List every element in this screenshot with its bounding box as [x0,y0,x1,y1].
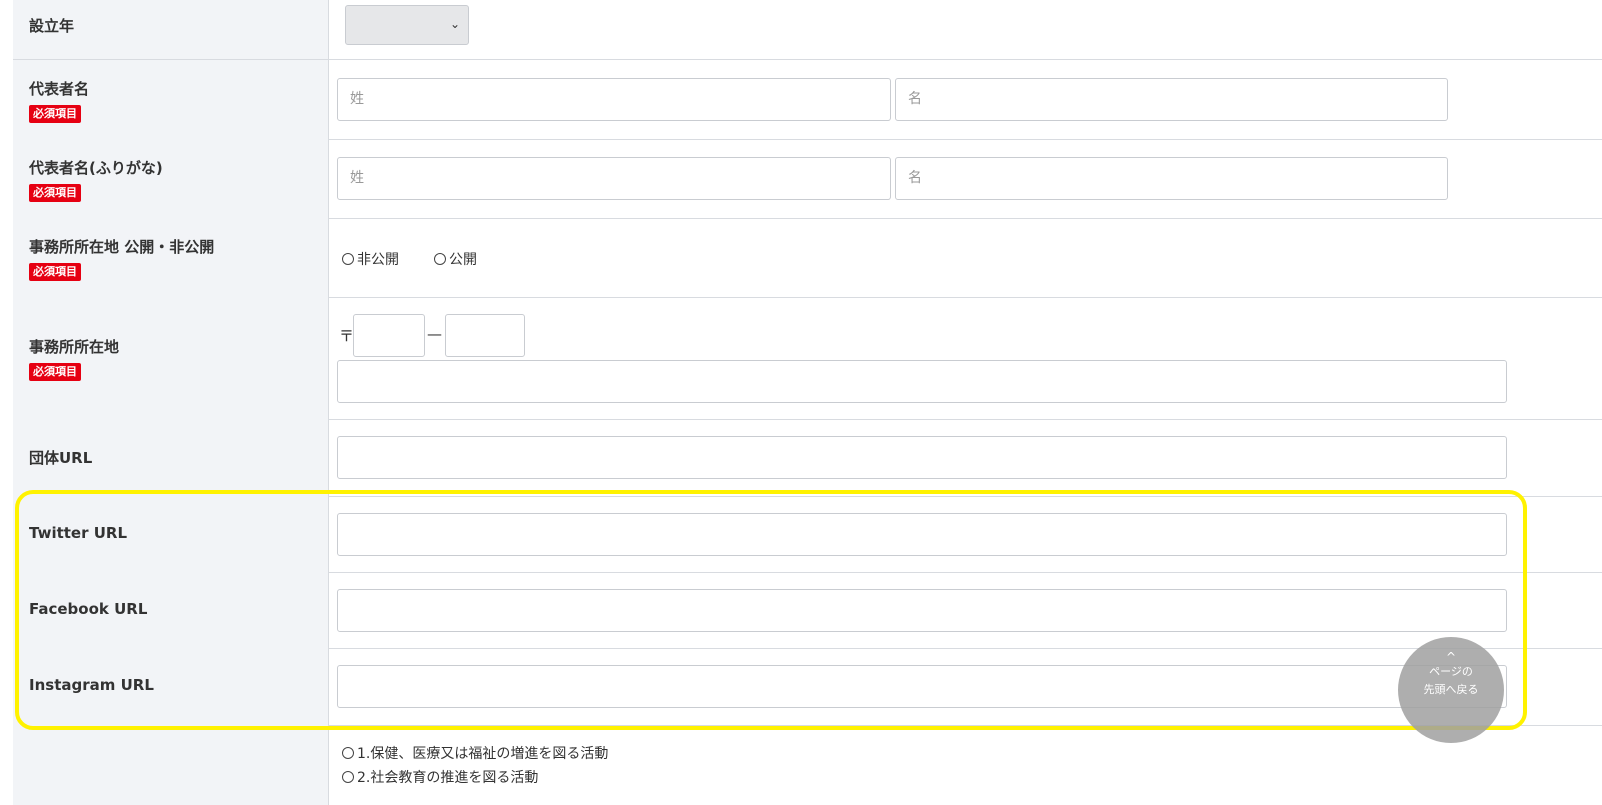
facebook-url-label: Facebook URL [29,600,148,618]
row-office-visibility: 事務所所在地 公開・非公開 必須項目 非公開 公開 [13,218,1602,298]
radio-circle-icon [342,771,354,783]
org-url-label: 団体URL [29,449,93,467]
instagram-url-label: Instagram URL [29,676,154,694]
rep-name-label: 代表者名 [29,80,90,98]
row-office-address: 事務所所在地 必須項目 〒 — [13,297,1602,420]
radio-private[interactable]: 非公開 [342,249,399,269]
row-rep-kana: 代表者名(ふりがな) 必須項目 姓 名 [13,139,1602,219]
org-url-input[interactable] [337,436,1507,479]
radio-circle-icon [342,253,354,265]
radio-circle-icon [342,747,354,759]
postal-dash: — [427,325,442,343]
rep-last-name-input[interactable]: 姓 [337,78,891,121]
postal-mark: 〒 [339,327,355,345]
activity-option[interactable]: 1.保健、医療又は福祉の増進を図る活動 [342,743,608,763]
activity-option-label: 2.社会教育の推進を図る活動 [357,770,539,786]
chevron-up-icon: ^ [1445,650,1457,664]
office-visibility-label: 事務所所在地 公開・非公開 [29,238,215,256]
radio-private-label: 非公開 [357,252,399,268]
row-established-year: 設立年 ⌄ [13,0,1602,60]
established-year-select[interactable]: ⌄ [345,5,469,45]
row-instagram-url: Instagram URL [13,648,1602,726]
back-to-top-button[interactable]: ^ ページの 先頭へ戻る [1398,637,1504,743]
address-input[interactable] [337,360,1507,403]
twitter-url-label: Twitter URL [29,524,128,542]
rep-first-name-input[interactable]: 名 [895,78,1448,121]
activity-option[interactable]: 2.社会教育の推進を図る活動 [342,767,538,787]
required-badge: 必須項目 [29,105,81,123]
instagram-url-input[interactable] [337,665,1507,708]
back-to-top-line1: ページの [1429,665,1473,678]
postal-code-first-input[interactable] [353,314,425,357]
required-badge: 必須項目 [29,263,81,281]
rep-last-kana-input[interactable]: 姓 [337,157,891,200]
office-address-label: 事務所所在地 [29,338,120,356]
radio-public-label: 公開 [449,252,477,268]
rep-first-kana-input[interactable]: 名 [895,157,1448,200]
row-activities: 1.保健、医療又は福祉の増進を図る活動 2.社会教育の推進を図る活動 [13,725,1602,805]
row-facebook-url: Facebook URL [13,572,1602,649]
row-rep-name: 代表者名 必須項目 姓 名 [13,60,1602,140]
postal-code-second-input[interactable] [445,314,525,357]
radio-circle-icon [434,253,446,265]
label-cell: 設立年 [13,0,329,59]
activity-option-label: 1.保健、医療又は福祉の増進を図る活動 [357,746,609,762]
twitter-url-input[interactable] [337,513,1507,556]
required-badge: 必須項目 [29,363,81,381]
facebook-url-input[interactable] [337,589,1507,632]
required-badge: 必須項目 [29,184,81,202]
chevron-down-icon: ⌄ [449,17,460,31]
back-to-top-line2: 先頭へ戻る [1423,683,1479,696]
row-twitter-url: Twitter URL [13,496,1602,573]
rep-kana-label: 代表者名(ふりがな) [29,159,163,177]
row-org-url: 団体URL [13,419,1602,497]
established-year-label: 設立年 [29,17,75,35]
radio-public[interactable]: 公開 [434,249,477,269]
